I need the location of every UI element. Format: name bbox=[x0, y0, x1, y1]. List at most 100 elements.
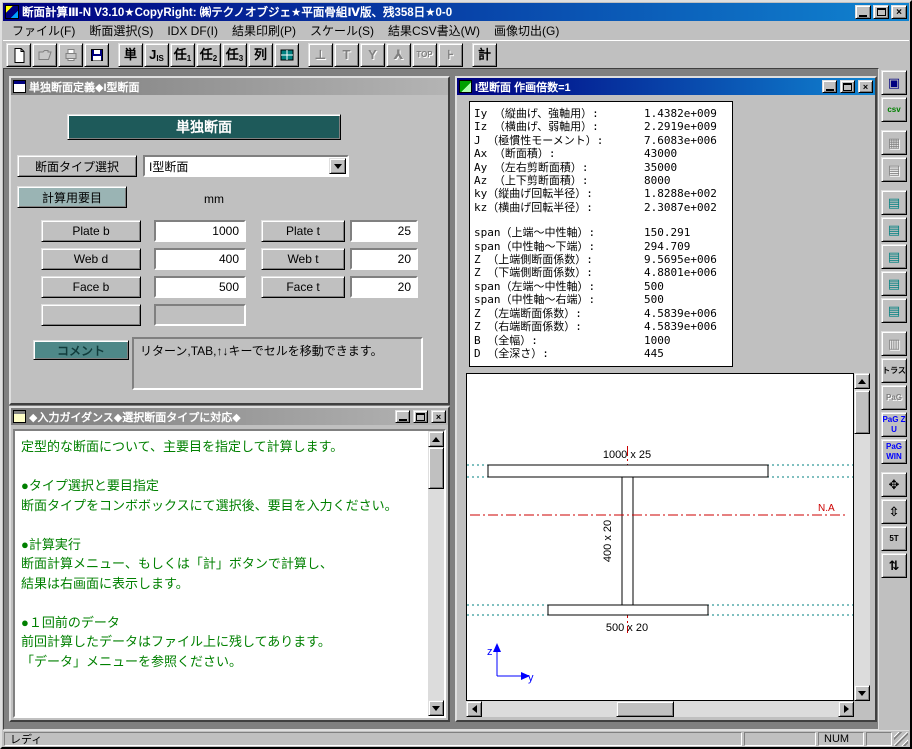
pag-win-button[interactable]: PaG WIN bbox=[881, 439, 907, 464]
arrow-up-icon bbox=[432, 433, 440, 442]
main-toolbar: 単 JIS 任1 任2 任3 列 ⊥ Τ Y ⅄ TOP ⊦ 計 bbox=[3, 40, 909, 68]
tool-tee-button[interactable]: Τ bbox=[334, 43, 359, 67]
pag-button[interactable]: PaG bbox=[881, 385, 907, 410]
side-save-button[interactable]: ▦ bbox=[881, 130, 907, 155]
scroll-down-button[interactable] bbox=[854, 685, 870, 701]
guidance-titlebar[interactable]: ◆入力ガイダンス◆選択断面タイプに対応◆ × bbox=[11, 408, 448, 425]
menu-csv-write[interactable]: 結果CSV書込(W) bbox=[381, 20, 487, 41]
minimize-button[interactable] bbox=[855, 5, 871, 19]
output-icon: ▤ bbox=[888, 165, 900, 175]
result-maximize-button[interactable] bbox=[840, 80, 855, 93]
new-document-icon bbox=[11, 47, 27, 63]
resize-grip[interactable] bbox=[894, 732, 908, 746]
fit-vertical-button[interactable]: ⇳ bbox=[881, 499, 907, 524]
guidance-maximize-button[interactable] bbox=[413, 410, 428, 423]
status-panel bbox=[866, 732, 892, 746]
y-axis-label: y bbox=[528, 672, 534, 684]
list-section-button[interactable]: 列 bbox=[248, 43, 273, 67]
tool-prove-button[interactable]: ⊦ bbox=[438, 43, 463, 67]
scroll-down-button[interactable] bbox=[428, 700, 444, 716]
pag-zu-button[interactable]: PaG ZU bbox=[881, 412, 907, 437]
menu-image-clip[interactable]: 画像切出(G) bbox=[487, 20, 566, 41]
scrollbar-corner bbox=[854, 701, 870, 717]
result-label: kz（横曲げ回転半径）: bbox=[474, 201, 644, 214]
layer-3-button[interactable]: ▤ bbox=[881, 244, 907, 269]
status-panel bbox=[744, 732, 816, 746]
plate-t-input[interactable] bbox=[350, 220, 418, 242]
layer-1-button[interactable]: ▤ bbox=[881, 190, 907, 215]
result-label: J （極慣性モーメント）: bbox=[474, 134, 644, 147]
face-t-input[interactable] bbox=[350, 276, 418, 298]
new-file-button[interactable] bbox=[6, 43, 31, 67]
result-label: Z （右端断面係数）: bbox=[474, 320, 644, 333]
menu-section-select[interactable]: 断面選択(S) bbox=[82, 20, 160, 41]
scroll-right-button[interactable] bbox=[838, 701, 854, 717]
side-output-button[interactable]: ▤ bbox=[881, 157, 907, 182]
mdi-workspace: 単独断面定義◆I型断面 単独断面 断面タイプ選択 I型断面 計算用要目 mm P… bbox=[3, 68, 879, 730]
custom-section-1-button[interactable]: 任1 bbox=[170, 43, 195, 67]
scrollbar-thumb[interactable] bbox=[854, 390, 870, 434]
single-section-button[interactable]: 単 bbox=[118, 43, 143, 67]
scrollbar-thumb[interactable] bbox=[428, 447, 444, 489]
tool-y-flip-button[interactable]: ⅄ bbox=[386, 43, 411, 67]
custom-section-2-button[interactable]: 任2 bbox=[196, 43, 221, 67]
fit-horizontal-button[interactable]: ⇅ bbox=[881, 553, 907, 578]
comment-box: リターン,TAB,↑↓キーでセルを移動できます。 bbox=[132, 337, 423, 390]
web-t-input[interactable] bbox=[350, 248, 418, 270]
section-type-select-button[interactable]: 断面タイプ選択 bbox=[17, 155, 137, 177]
tool-y-button[interactable]: Y bbox=[360, 43, 385, 67]
scroll-up-button[interactable] bbox=[428, 431, 444, 447]
pag-zu-icon: PaG ZU bbox=[882, 415, 906, 435]
section-define-titlebar[interactable]: 単独断面定義◆I型断面 bbox=[11, 78, 448, 95]
plate-b-input[interactable] bbox=[154, 220, 246, 242]
guidance-scrollbar[interactable] bbox=[428, 431, 444, 716]
custom-section-3-button[interactable]: 任3 bbox=[222, 43, 247, 67]
result-label: Iz （横曲げ、弱軸用）: bbox=[474, 120, 644, 133]
csv-export-button[interactable]: csv bbox=[881, 97, 907, 122]
guidance-close-button[interactable]: × bbox=[431, 410, 446, 423]
comment-button[interactable]: コメント bbox=[33, 340, 129, 360]
result-minimize-button[interactable] bbox=[822, 80, 837, 93]
window-capture-button[interactable]: ▣ bbox=[881, 70, 907, 95]
layer-2-button[interactable]: ▤ bbox=[881, 217, 907, 242]
side-extra-button[interactable]: ▥ bbox=[881, 331, 907, 356]
guidance-minimize-button[interactable] bbox=[395, 410, 410, 423]
drawing-vertical-scrollbar[interactable] bbox=[854, 373, 870, 701]
face-b-input[interactable] bbox=[154, 276, 246, 298]
scroll-left-button[interactable] bbox=[466, 701, 482, 717]
web-d-input[interactable] bbox=[154, 248, 246, 270]
scroll-up-button[interactable] bbox=[854, 373, 870, 389]
jis-section-button[interactable]: JIS bbox=[144, 43, 169, 67]
print-button[interactable] bbox=[58, 43, 83, 67]
layer-4-button[interactable]: ▤ bbox=[881, 271, 907, 296]
result-titlebar[interactable]: I型断面 作画倍数=1 × bbox=[457, 78, 875, 95]
result-window: I型断面 作画倍数=1 × Iy （縦曲げ、強軸用）:1.4382e+009 I… bbox=[455, 76, 877, 722]
result-value: 4.8801e+006 bbox=[644, 266, 717, 279]
section-type-combobox[interactable]: I型断面 bbox=[143, 155, 349, 177]
calculate-button[interactable]: 計 bbox=[472, 43, 497, 67]
pan-button[interactable]: ✥ bbox=[881, 472, 907, 497]
layer-5-button[interactable]: ▤ bbox=[881, 298, 907, 323]
section-define-window: 単独断面定義◆I型断面 単独断面 断面タイプ選択 I型断面 計算用要目 mm P… bbox=[9, 76, 450, 405]
menu-file[interactable]: ファイル(F) bbox=[5, 20, 82, 41]
menu-idx-df[interactable]: IDX DF(I) bbox=[160, 22, 225, 40]
guidance-line: 定型的な断面について、主要目を指定して計算します。 bbox=[21, 437, 424, 457]
save-button[interactable] bbox=[84, 43, 109, 67]
drawing-horizontal-scrollbar[interactable] bbox=[466, 701, 854, 717]
menu-scale[interactable]: スケール(S) bbox=[303, 20, 381, 41]
calc-spec-button[interactable]: 計算用要目 bbox=[17, 186, 127, 208]
menu-print-result[interactable]: 結果印刷(P) bbox=[225, 20, 303, 41]
tool-top-view-button[interactable]: TOP bbox=[412, 43, 437, 67]
tool-bottom-button[interactable]: ⊥ bbox=[308, 43, 333, 67]
open-file-button[interactable] bbox=[32, 43, 57, 67]
pan-cross-icon: ✥ bbox=[889, 480, 900, 490]
dropdown-button[interactable] bbox=[329, 158, 346, 174]
scale-tool-button[interactable]: 5T bbox=[881, 526, 907, 551]
truss-button[interactable]: トラス bbox=[881, 358, 907, 383]
result-close-button[interactable]: × bbox=[858, 80, 873, 93]
scrollbar-thumb[interactable] bbox=[616, 701, 674, 717]
maximize-button[interactable] bbox=[873, 5, 889, 19]
close-button[interactable]: × bbox=[891, 5, 907, 19]
result-value: 150.291 bbox=[644, 226, 690, 239]
steel-section-button[interactable] bbox=[274, 43, 299, 67]
